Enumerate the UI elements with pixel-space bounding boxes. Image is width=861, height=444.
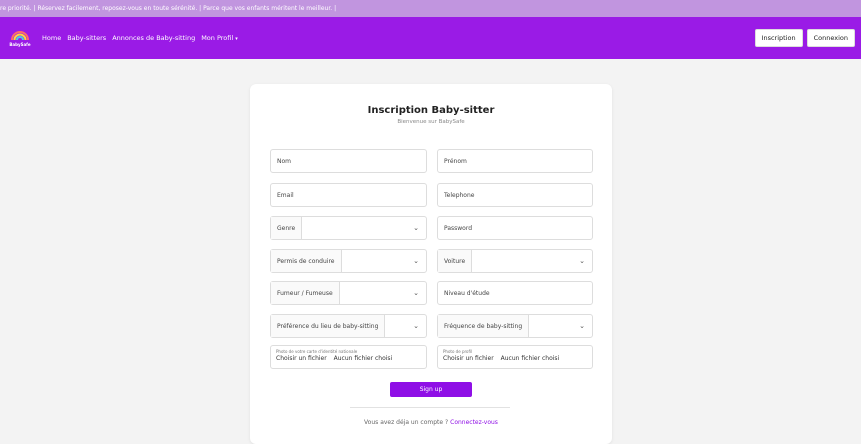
divider bbox=[350, 407, 510, 408]
profil-no-file-text: Aucun fichier choisi bbox=[500, 355, 560, 362]
chevron-down-icon: ▾ bbox=[235, 36, 238, 42]
fumeur-select[interactable]: Fumeur / Fumeuse ⌄ bbox=[270, 281, 427, 305]
rainbow-icon bbox=[11, 30, 29, 40]
login-prompt: Vous avez déja un compte ? Connectez-vou… bbox=[250, 419, 612, 426]
have-account-text: Vous avez déja un compte ? bbox=[364, 419, 449, 426]
chevron-down-icon: ⌄ bbox=[413, 257, 419, 265]
auth-buttons: Inscription Connexion bbox=[754, 29, 855, 47]
niveau-input[interactable]: Niveau d'étude bbox=[437, 281, 593, 305]
prenom-input[interactable]: Prénom bbox=[437, 149, 593, 173]
chevron-down-icon: ⌄ bbox=[413, 322, 419, 330]
voiture-select[interactable]: Voiture ⌄ bbox=[437, 249, 593, 273]
fumeur-label: Fumeur / Fumeuse bbox=[271, 282, 340, 304]
cin-choose-file-button[interactable]: Choisir un fichier bbox=[276, 355, 327, 362]
password-placeholder: Password bbox=[444, 224, 473, 232]
email-input[interactable]: Email bbox=[270, 183, 427, 207]
cin-file-label: Photo de votre carte d'identité national… bbox=[276, 349, 358, 354]
sign-up-button[interactable]: Sign up bbox=[390, 382, 472, 397]
telephone-input[interactable]: Telephone bbox=[437, 183, 593, 207]
nav-link-mon-profil[interactable]: Mon Profil ▾ bbox=[201, 34, 238, 42]
registration-card: Inscription Baby-sitter Bienvenue sur Ba… bbox=[250, 84, 612, 444]
cin-file-input[interactable]: Photo de votre carte d'identité national… bbox=[270, 345, 427, 369]
prenom-placeholder: Prénom bbox=[444, 157, 467, 165]
form-subtitle: Bienvenue sur BabySafe bbox=[397, 119, 465, 125]
profil-file-label: Photo de profil bbox=[443, 349, 473, 354]
voiture-label: Voiture bbox=[438, 250, 473, 272]
chevron-down-icon: ⌄ bbox=[413, 289, 419, 297]
password-input[interactable]: Password bbox=[437, 216, 593, 240]
chevron-down-icon: ⌄ bbox=[413, 224, 419, 232]
babysafe-logo[interactable]: BabySafe bbox=[7, 25, 33, 51]
chevron-down-icon: ⌄ bbox=[579, 322, 585, 330]
navbar: BabySafe Home Baby-sitters Annonces de B… bbox=[0, 17, 861, 59]
nav-link-baby-sitters[interactable]: Baby-sitters bbox=[67, 34, 106, 42]
preference-select[interactable]: Préférence du lieu de baby-sitting ⌄ bbox=[270, 314, 427, 338]
telephone-placeholder: Telephone bbox=[444, 191, 475, 199]
connexion-button[interactable]: Connexion bbox=[806, 29, 855, 47]
profil-file-input[interactable]: Photo de profil Choisir un fichier Aucun… bbox=[437, 345, 593, 369]
form-title: Inscription Baby-sitter bbox=[367, 105, 495, 116]
nav-link-home[interactable]: Home bbox=[42, 34, 61, 42]
genre-label: Genre bbox=[271, 217, 303, 239]
niveau-placeholder: Niveau d'étude bbox=[444, 289, 490, 297]
permis-label: Permis de conduire bbox=[271, 250, 342, 272]
permis-select[interactable]: Permis de conduire ⌄ bbox=[270, 249, 427, 273]
nav-link-annonces[interactable]: Annonces de Baby-sitting bbox=[112, 34, 195, 42]
ticker-bar: re priorité. | Réservez facilement, repo… bbox=[0, 0, 861, 17]
connect-link[interactable]: Connectez-vous bbox=[450, 419, 498, 426]
frequence-label: Fréquence de baby-sitting bbox=[438, 315, 530, 337]
ticker-text: re priorité. | Réservez facilement, repo… bbox=[0, 5, 337, 12]
nom-input[interactable]: Nom bbox=[270, 149, 427, 173]
mon-profil-label: Mon Profil bbox=[201, 34, 234, 42]
cin-no-file-text: Aucun fichier choisi bbox=[333, 355, 393, 362]
genre-select[interactable]: Genre ⌄ bbox=[270, 216, 427, 240]
nom-placeholder: Nom bbox=[277, 157, 292, 165]
logo-text: BabySafe bbox=[9, 41, 31, 47]
email-placeholder: Email bbox=[277, 191, 294, 199]
profil-choose-file-button[interactable]: Choisir un fichier bbox=[443, 355, 494, 362]
preference-label: Préférence du lieu de baby-sitting bbox=[271, 315, 386, 337]
chevron-down-icon: ⌄ bbox=[579, 257, 585, 265]
frequence-select[interactable]: Fréquence de baby-sitting ⌄ bbox=[437, 314, 593, 338]
inscription-button[interactable]: Inscription bbox=[754, 29, 803, 47]
nav-links: Home Baby-sitters Annonces de Baby-sitti… bbox=[42, 34, 238, 42]
